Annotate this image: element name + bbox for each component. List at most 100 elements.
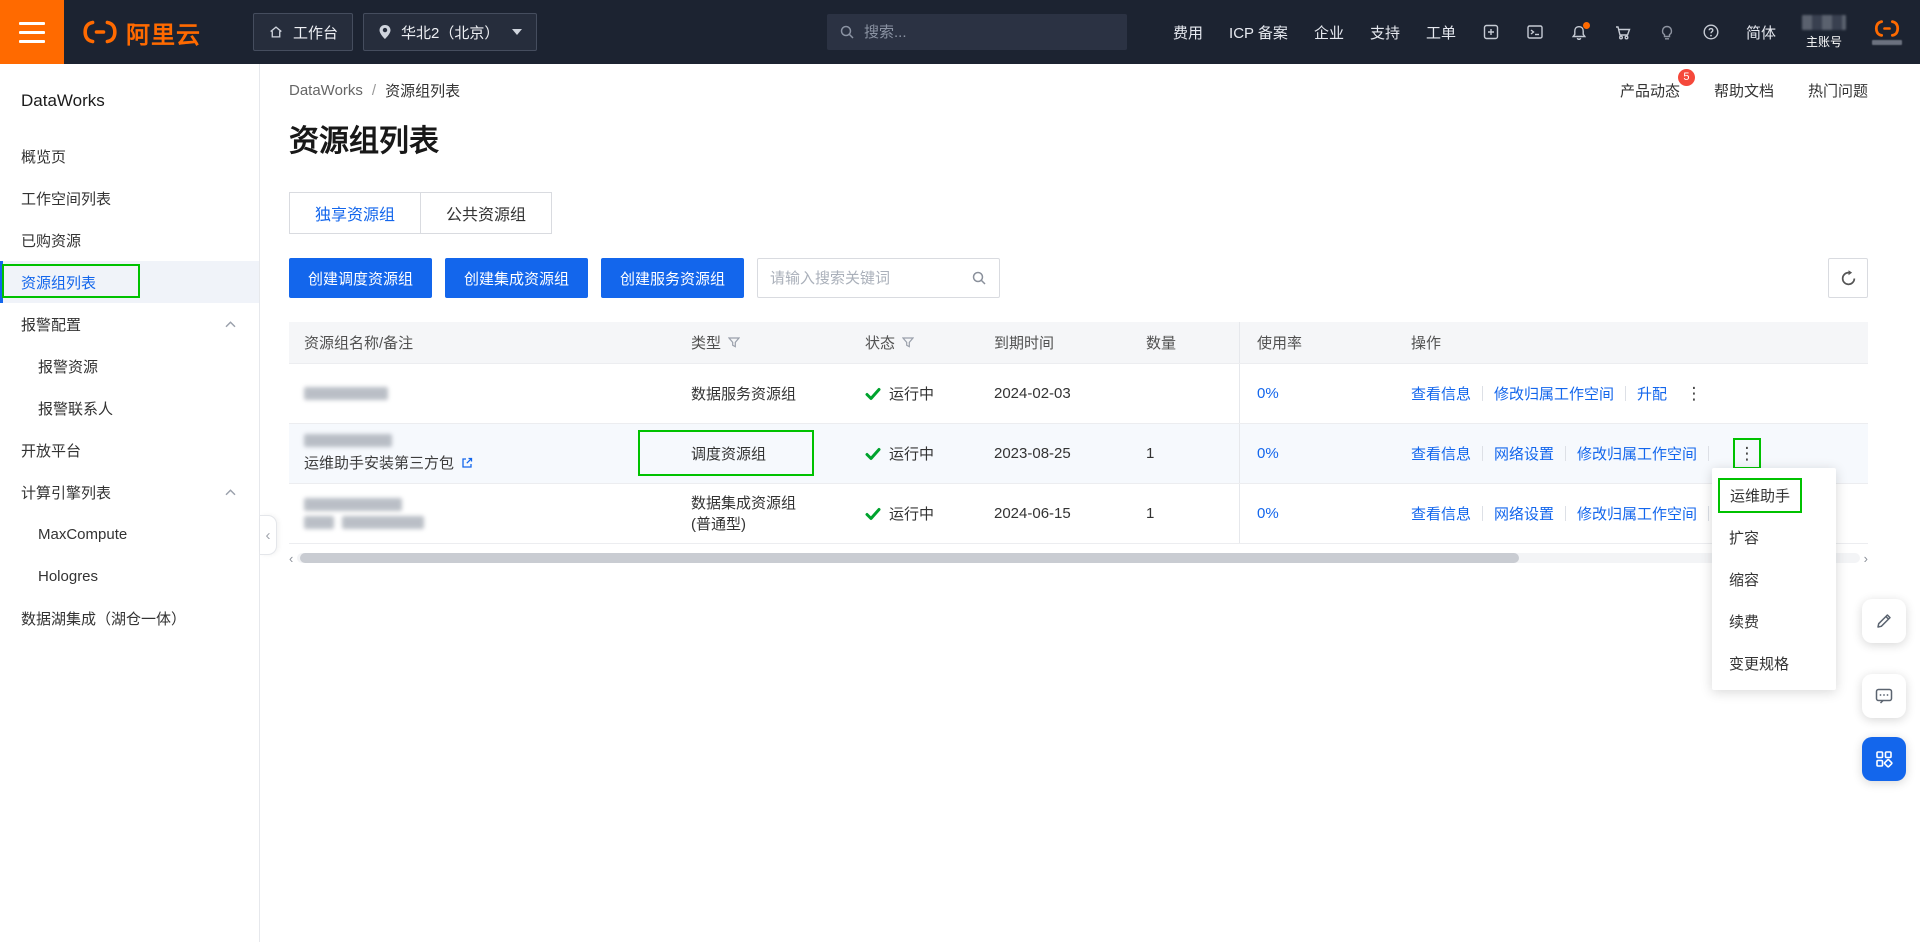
usage-link[interactable]: 0% [1257,505,1279,522]
hamburger-bar [19,21,45,25]
sidebar-item-open-platform[interactable]: 开放平台 [0,429,259,471]
global-search-input[interactable] [864,23,1115,41]
filter-icon[interactable] [728,337,741,348]
region-selector[interactable]: 华北2（北京） [363,13,538,51]
create-integration-group-button[interactable]: 创建集成资源组 [445,258,589,298]
terminal-icon[interactable] [1526,23,1544,41]
filter-icon[interactable] [902,337,915,348]
product-news-link[interactable]: 产品动态 5 [1620,68,1695,101]
scroll-right-arrow[interactable]: › [1864,552,1868,565]
menu-item-label: 缩容 [1729,571,1760,589]
status-text: 运行中 [889,446,935,463]
nav-tickets[interactable]: 工单 [1426,22,1456,43]
action-change-workspace[interactable]: 修改归属工作空间 [1577,503,1697,524]
action-change-workspace[interactable]: 修改归属工作空间 [1494,383,1614,404]
nav-support[interactable]: 支持 [1370,22,1400,43]
action-view-info[interactable]: 查看信息 [1411,503,1471,524]
menu-item-label: 续费 [1729,613,1760,631]
cell-type: 数据服务资源组 [691,386,797,403]
menu-item-renew[interactable]: 续费 [1712,600,1836,642]
status-check-icon [865,387,881,401]
chat-support-button[interactable] [1862,674,1906,718]
action-network-settings[interactable]: 网络设置 [1494,443,1554,464]
sidebar-item-workspaces[interactable]: 工作空间列表 [0,177,259,219]
product-news-badge: 5 [1677,68,1695,86]
alibaba-cloud-mini-logo[interactable] [1872,19,1902,45]
action-view-info[interactable]: 查看信息 [1411,443,1471,464]
sidebar-collapse-handle[interactable]: ‹ [260,515,277,555]
nav-icp[interactable]: ICP 备案 [1229,22,1288,43]
chat-bubble-icon [1874,686,1894,706]
sidebar-group-compute-engines[interactable]: 计算引擎列表 [0,471,259,513]
nav-billing[interactable]: 费用 [1173,22,1203,43]
cell-expire: 2024-02-03 [994,385,1071,402]
apps-grid-button[interactable] [1862,737,1906,781]
account-label: 主账号 [1805,34,1842,49]
sidebar-item-datalake[interactable]: 数据湖集成（湖仓一体） [0,597,259,639]
help-icon[interactable] [1702,23,1720,41]
feedback-pencil-button[interactable] [1862,599,1906,643]
alibaba-cloud-mini-logo-icon [1874,19,1900,37]
scrollbar-thumb[interactable] [300,553,1519,563]
action-upgrade[interactable]: 升配 [1637,383,1667,404]
scroll-left-arrow[interactable]: ‹ [289,552,293,565]
bell-icon[interactable] [1570,21,1590,41]
table-search[interactable] [757,258,1001,298]
sidebar-item-alert-resources[interactable]: 报警资源 [0,345,259,387]
location-pin-icon [378,24,392,40]
sidebar-group-label: 报警配置 [21,316,82,334]
sidebar-item-resource-groups[interactable]: 资源组列表 [0,261,259,303]
menu-item-scale-out[interactable]: 扩容 [1712,516,1836,558]
create-service-group-button[interactable]: 创建服务资源组 [601,258,745,298]
action-network-settings[interactable]: 网络设置 [1494,503,1554,524]
cart-icon[interactable] [1614,24,1632,40]
more-actions-button-annotated[interactable]: ⋮ [1733,438,1762,469]
account-menu[interactable]: 主账号 [1802,14,1846,50]
workbench-button[interactable]: 工作台 [253,13,354,51]
hamburger-menu-button[interactable] [0,0,64,64]
sidebar-item-maxcompute[interactable]: MaxCompute [0,513,259,555]
redacted-resource-name [304,387,388,400]
hamburger-bar [19,39,45,43]
breadcrumb-separator: / [371,81,377,99]
sidebar-item-purchased[interactable]: 已购资源 [0,219,259,261]
sidebar-item-overview[interactable]: 概览页 [0,135,259,177]
scrollbar-track[interactable] [297,553,1860,563]
lang-switch[interactable]: 简体 [1746,22,1776,43]
main-content: DataWorks / 资源组列表 产品动态 5 帮助文档 热门问题 资源组列表… [260,64,1920,942]
status-check-icon [865,507,881,521]
menu-item-change-spec[interactable]: 变更规格 [1712,642,1836,684]
horizontal-scrollbar[interactable]: ‹ › [289,551,1868,565]
cell-count: 1 [1146,505,1155,522]
alibaba-cloud-logo[interactable]: 阿里云 [82,15,201,50]
sidebar-item-alert-contacts[interactable]: 报警联系人 [0,387,259,429]
external-link-icon[interactable] [460,456,474,470]
usage-link[interactable]: 0% [1257,385,1279,402]
app-icon[interactable] [1482,23,1500,41]
sidebar-group-alert-config[interactable]: 报警配置 [0,303,259,345]
nav-enterprise[interactable]: 企业 [1314,22,1344,43]
breadcrumb-root[interactable]: DataWorks [289,82,363,99]
refresh-button[interactable] [1828,258,1868,298]
col-header-type: 类型 [691,335,722,352]
sidebar-item-label: MaxCompute [38,525,128,543]
action-view-info[interactable]: 查看信息 [1411,383,1471,404]
create-scheduler-group-button[interactable]: 创建调度资源组 [289,258,433,298]
tab-public-resource-groups[interactable]: 公共资源组 [421,192,553,234]
global-search[interactable] [827,14,1127,50]
menu-item-scale-in[interactable]: 缩容 [1712,558,1836,600]
search-icon[interactable] [971,270,987,286]
top-nav-links: 费用 ICP 备案 企业 支持 工单 简体 主账号 [1173,14,1908,50]
help-docs-link[interactable]: 帮助文档 [1714,80,1774,101]
more-actions-button[interactable]: ⋮ [1680,378,1708,409]
tab-exclusive-resource-groups[interactable]: 独享资源组 [289,192,422,234]
table-search-input[interactable] [770,269,964,287]
hamburger-bar [19,30,45,34]
menu-item-ops-assistant[interactable]: 运维助手 [1712,474,1836,516]
sidebar-item-hologres[interactable]: Hologres [0,555,259,597]
action-change-workspace[interactable]: 修改归属工作空间 [1577,443,1697,464]
hot-issues-link[interactable]: 热门问题 [1808,80,1868,101]
search-icon [839,24,855,40]
bulb-icon[interactable] [1658,24,1676,41]
usage-link[interactable]: 0% [1257,445,1279,462]
